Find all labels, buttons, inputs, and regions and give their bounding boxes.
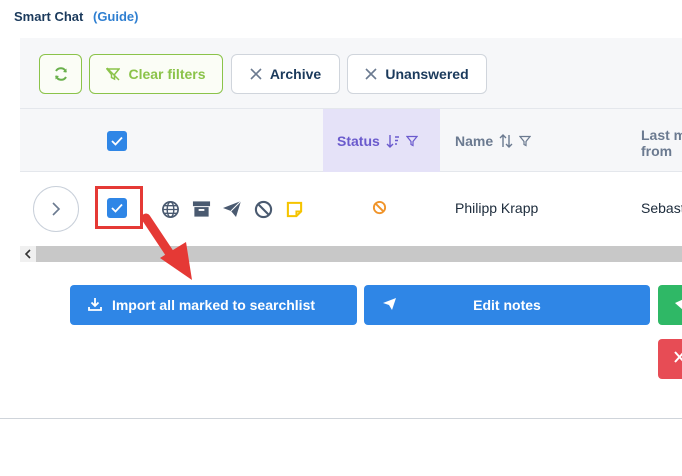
archive-label: Archive <box>269 66 322 82</box>
status-column-label: Status <box>337 133 380 149</box>
edit-notes-button[interactable]: Edit notes <box>364 285 650 325</box>
unanswered-filter-button[interactable]: Unanswered <box>347 54 487 94</box>
chat-table-panel: Clear filters Archive Unanswered Status <box>20 38 682 262</box>
clear-filters-button[interactable]: Clear filters <box>89 54 223 94</box>
name-cell[interactable]: Philipp Krapp <box>455 200 538 216</box>
checkmark-icon <box>111 136 123 146</box>
filter-off-icon <box>106 67 121 81</box>
archive-filter-button[interactable]: Archive <box>231 54 340 94</box>
sticky-note-icon[interactable] <box>284 199 304 219</box>
block-icon[interactable] <box>253 199 273 219</box>
download-icon <box>88 298 102 311</box>
horizontal-scrollbar[interactable] <box>20 246 682 262</box>
refresh-icon <box>54 67 67 81</box>
clear-filters-label: Clear filters <box>128 66 206 82</box>
green-action-button[interactable] <box>658 285 682 325</box>
table-row[interactable]: Philipp Krapp Sebast <box>20 172 682 246</box>
page-header: Smart Chat (Guide) <box>14 9 138 24</box>
send-icon[interactable] <box>222 199 242 219</box>
annotation-arrow-icon <box>141 213 192 280</box>
footer-divider <box>0 418 682 419</box>
table-header-row: Status Name Last m from <box>20 108 682 173</box>
send-icon <box>383 298 396 310</box>
checkmark-icon <box>111 203 123 213</box>
row-checkbox[interactable] <box>107 198 127 218</box>
unanswered-label: Unanswered <box>385 66 469 82</box>
send-icon <box>675 299 682 310</box>
last-message-label-line1: Last m <box>641 127 682 143</box>
scroll-left-icon[interactable] <box>20 246 36 262</box>
sort-icon[interactable] <box>499 134 513 148</box>
close-icon <box>365 68 377 80</box>
sort-desc-icon[interactable] <box>386 134 400 148</box>
last-message-cell: Sebast <box>641 200 682 216</box>
filter-icon[interactable] <box>519 135 532 147</box>
app-title: Smart Chat <box>14 9 84 24</box>
close-icon <box>674 351 682 363</box>
edit-notes-label: Edit notes <box>473 297 541 313</box>
select-all-checkbox[interactable] <box>107 131 127 151</box>
filter-icon[interactable] <box>405 135 418 147</box>
name-column-header[interactable]: Name <box>455 109 532 173</box>
import-to-searchlist-button[interactable]: Import all marked to searchlist <box>70 285 357 325</box>
close-icon <box>250 68 262 80</box>
import-button-label: Import all marked to searchlist <box>111 297 316 313</box>
chevron-right-icon <box>52 202 61 216</box>
last-message-column-header[interactable]: Last m from <box>641 127 682 159</box>
red-action-button[interactable] <box>658 339 682 379</box>
status-cell <box>372 200 387 220</box>
expand-row-button[interactable] <box>33 186 79 232</box>
last-message-label-line2: from <box>641 143 673 159</box>
name-column-label: Name <box>455 133 494 149</box>
guide-link[interactable]: (Guide) <box>93 9 139 24</box>
refresh-button[interactable] <box>39 54 82 94</box>
status-column-header[interactable]: Status <box>323 109 440 173</box>
blocked-status-icon <box>372 200 387 215</box>
